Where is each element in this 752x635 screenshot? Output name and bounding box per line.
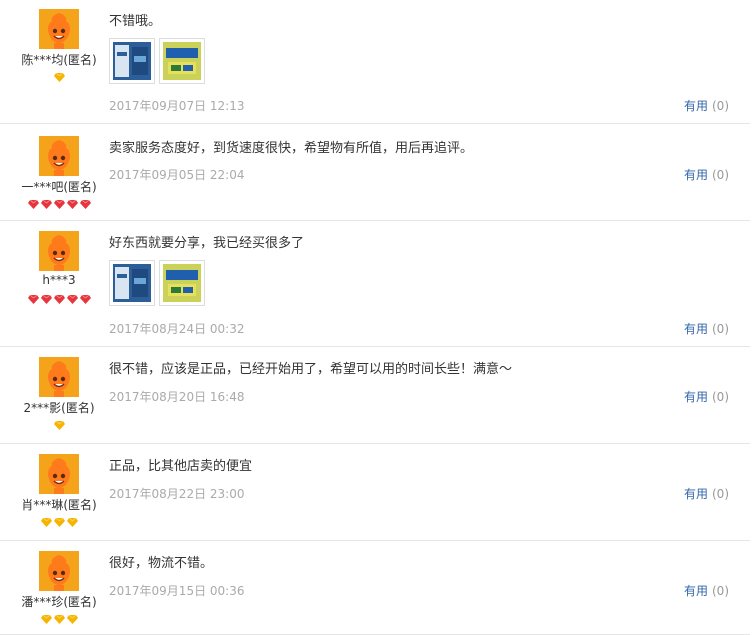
rank-icons: [0, 420, 118, 432]
review-item: 肖***琳(匿名) 正品，比其他店卖的便宜 2017年08月22日 23:00 有用 (…: [0, 444, 750, 541]
review-item: 陈***均(匿名) 不错哦。 2017年09月07日 12:13 有用 (0): [0, 0, 750, 124]
diamond-icon: [79, 293, 92, 307]
review-text: 卖家服务态度好，到货速度很快，希望物有所值，用后再追评。: [109, 141, 474, 156]
useful-label[interactable]: 有用: [684, 322, 708, 336]
useful-label[interactable]: 有用: [684, 168, 708, 182]
review-text: 很好，物流不错。: [109, 556, 214, 571]
review-date: 2017年08月22日 23:00: [109, 487, 245, 501]
avatar[interactable]: [39, 231, 79, 271]
avatar[interactable]: [39, 551, 79, 591]
review-item: 2***影(匿名) 很不错，应该是正品，已经开始用了，希望可以用的时间长些！满意～…: [0, 347, 750, 444]
rank-icons: [0, 199, 118, 211]
review-date: 2017年09月15日 00:36: [109, 584, 245, 598]
review-photo-thumbnail[interactable]: [109, 38, 155, 84]
avatar[interactable]: [39, 9, 79, 49]
review-item: 一***吧(匿名) 卖家服务态度好，到货速度很快，希望物有所值，用后再追评。 201…: [0, 124, 750, 221]
diamond-icon: [66, 198, 79, 212]
rank-icons: [0, 72, 118, 84]
avatar[interactable]: [39, 454, 79, 494]
useful-button[interactable]: 有用 (0): [684, 320, 729, 337]
reviewer-name: 陈***均(匿名): [21, 53, 97, 67]
diamond-icon: [27, 198, 40, 212]
useful-label[interactable]: 有用: [684, 487, 708, 501]
review-photos: [109, 38, 209, 86]
diamond-icon: [53, 613, 66, 627]
avatar[interactable]: [39, 357, 79, 397]
review-date: 2017年09月07日 12:13: [109, 99, 245, 113]
diamond-icon: [40, 516, 53, 530]
useful-count: (0): [712, 390, 729, 404]
useful-button[interactable]: 有用 (0): [684, 166, 729, 183]
useful-label[interactable]: 有用: [684, 390, 708, 404]
rank-icons: [0, 614, 118, 626]
diamond-icon: [53, 419, 66, 433]
review-photo-thumbnail[interactable]: [159, 38, 205, 84]
diamond-icon: [53, 293, 66, 307]
diamond-icon: [53, 71, 66, 85]
review-text: 不错哦。: [109, 14, 162, 29]
useful-button[interactable]: 有用 (0): [684, 97, 729, 114]
diamond-icon: [53, 516, 66, 530]
reviewer-name: h***3: [42, 273, 76, 287]
useful-count: (0): [712, 487, 729, 501]
review-photo-thumbnail[interactable]: [109, 260, 155, 306]
rank-icons: [0, 294, 118, 306]
diamond-icon: [53, 198, 66, 212]
useful-label[interactable]: 有用: [684, 99, 708, 113]
diamond-icon: [66, 613, 79, 627]
review-item: h***3 好东西就要分享，我已经买很多了 2017年08月24日 00:32 有用 (…: [0, 221, 750, 347]
review-list: 陈***均(匿名) 不错哦。 2017年09月07日 12:13 有用 (0) 一***吧…: [0, 0, 752, 635]
reviewer-name: 潘***珍(匿名): [21, 595, 97, 609]
diamond-icon: [66, 293, 79, 307]
diamond-icon: [40, 293, 53, 307]
useful-count: (0): [712, 168, 729, 182]
review-text: 好东西就要分享，我已经买很多了: [109, 236, 305, 251]
review-text: 很不错，应该是正品，已经开始用了，希望可以用的时间长些！满意～: [109, 362, 513, 377]
useful-button[interactable]: 有用 (0): [684, 388, 729, 405]
useful-count: (0): [712, 322, 729, 336]
useful-button[interactable]: 有用 (0): [684, 582, 729, 599]
diamond-icon: [66, 516, 79, 530]
review-item: 潘***珍(匿名) 很好，物流不错。 2017年09月15日 00:36 有用 (0): [0, 541, 750, 635]
diamond-icon: [27, 293, 40, 307]
useful-count: (0): [712, 584, 729, 598]
useful-button[interactable]: 有用 (0): [684, 485, 729, 502]
review-photos: [109, 260, 209, 308]
diamond-icon: [79, 198, 92, 212]
review-text: 正品，比其他店卖的便宜: [109, 459, 253, 474]
reviewer-name: 一***吧(匿名): [21, 180, 97, 194]
reviewer-name: 肖***琳(匿名): [21, 498, 97, 512]
review-photo-thumbnail[interactable]: [159, 260, 205, 306]
review-date: 2017年08月24日 00:32: [109, 322, 245, 336]
review-date: 2017年09月05日 22:04: [109, 168, 245, 182]
reviewer-name: 2***影(匿名): [23, 401, 95, 415]
useful-count: (0): [712, 99, 729, 113]
review-date: 2017年08月20日 16:48: [109, 390, 245, 404]
avatar[interactable]: [39, 136, 79, 176]
diamond-icon: [40, 198, 53, 212]
useful-label[interactable]: 有用: [684, 584, 708, 598]
diamond-icon: [40, 613, 53, 627]
rank-icons: [0, 517, 118, 529]
